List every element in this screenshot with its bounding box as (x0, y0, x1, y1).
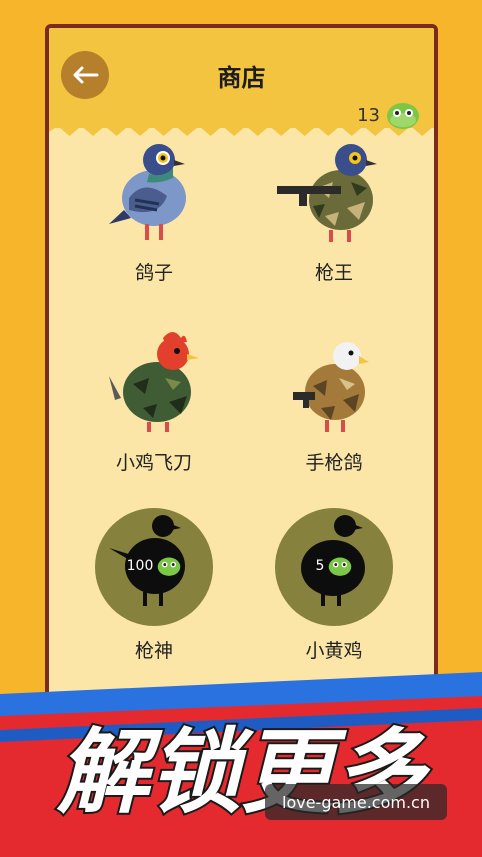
shop-item-pigeon[interactable]: 鸽子 (69, 138, 239, 285)
locked-item-circle: 5 (275, 508, 393, 626)
green-slime-coin-icon (158, 557, 181, 576)
watermark: love-game.com.cn (265, 784, 447, 820)
price-value: 5 (315, 558, 325, 574)
page-title: 商店 (217, 64, 266, 92)
unlock-more-banner: 解锁更多 (0, 672, 482, 857)
item-price: 100 (95, 555, 213, 577)
shop-item-gun-god[interactable]: 100 枪神 (69, 508, 239, 663)
locked-item-circle: 100 (95, 508, 213, 626)
green-slime-coin-icon (387, 103, 419, 129)
item-label: 小鸡飞刀 (115, 452, 192, 474)
shop-item-gun-king[interactable]: 枪王 (249, 138, 419, 285)
item-label: 枪王 (314, 262, 353, 284)
coin-count: 13 (357, 104, 380, 126)
item-label: 鸽子 (134, 262, 173, 284)
item-price: 5 (275, 555, 393, 577)
rooster-knife-icon (89, 328, 219, 438)
shop-item-rooster-knife[interactable]: 小鸡飞刀 (69, 328, 239, 475)
eagle-pistol-icon (269, 328, 399, 438)
price-value: 100 (126, 558, 154, 574)
camo-gun-pigeon-icon (269, 138, 399, 248)
item-label: 小黄鸡 (305, 640, 363, 662)
shop-item-yellow-chick[interactable]: 5 小黄鸡 (249, 508, 419, 663)
green-slime-coin-icon (329, 557, 352, 576)
shop-item-pistol-pigeon[interactable]: 手枪鸽 (249, 328, 419, 475)
item-label: 手枪鸽 (305, 452, 363, 474)
shop-panel: 商店 13 鸽子 枪王 小鸡飞刀 手枪鸽 100 枪神 5 小黄鸡 (45, 24, 438, 724)
item-label: 枪神 (134, 640, 173, 662)
pigeon-icon (89, 138, 219, 248)
coin-counter: 13 (357, 100, 420, 130)
